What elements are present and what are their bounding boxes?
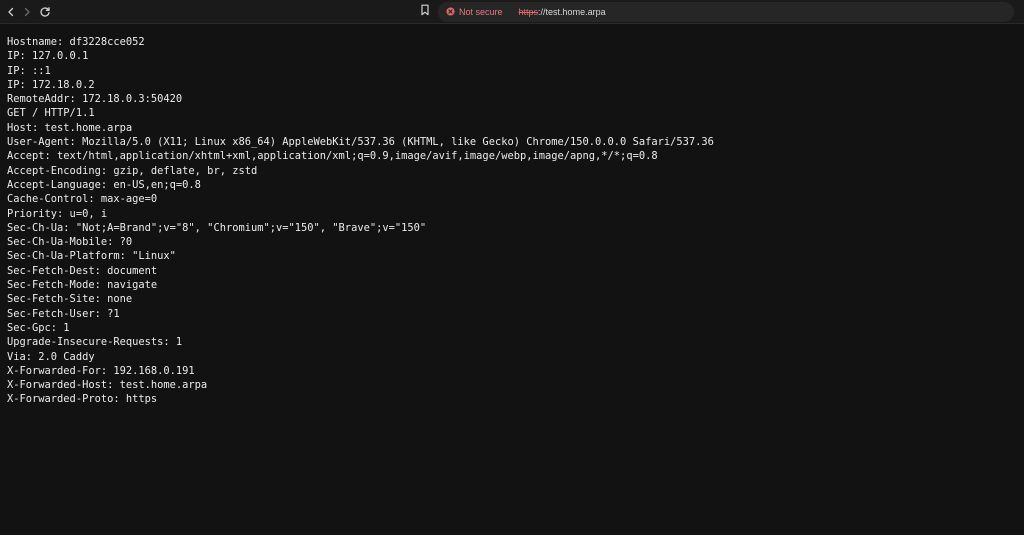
browser-toolbar: Not secure https://test.home.arpa — [0, 0, 1024, 24]
url-host: ://test.home.arpa — [538, 7, 606, 17]
header-line: Via: 2.0 Caddy — [7, 350, 95, 363]
bookmark-button[interactable] — [417, 4, 433, 20]
header-line: X-Forwarded-Proto: https — [7, 393, 158, 406]
header-line: Accept-Language: en-US,en;q=0.8 — [7, 178, 201, 191]
header-line: Priority: u=0, i — [7, 207, 108, 220]
not-secure-warning-icon — [446, 3, 455, 21]
header-line: Sec-Ch-Ua: "Not;A=Brand";v="8", "Chromiu… — [7, 221, 427, 234]
header-line: Hostname: df3228cce052 — [7, 36, 145, 48]
header-line: Sec-Fetch-Site: none — [7, 293, 133, 306]
header-line: RemoteAddr: 172.18.0.3:50420 — [7, 93, 183, 106]
security-indicator[interactable]: Not secure — [444, 4, 509, 20]
header-line: IP: 127.0.0.1 — [7, 50, 89, 63]
header-line: Host: test.home.arpa — [7, 121, 133, 134]
header-line: Accept: text/html,application/xhtml+xml,… — [7, 150, 658, 163]
header-line: Sec-Ch-Ua-Platform: "Linux" — [7, 250, 176, 263]
bookmark-icon — [420, 3, 430, 21]
header-line: GET / HTTP/1.1 — [7, 107, 95, 120]
forward-button[interactable] — [19, 4, 35, 20]
forward-arrow-icon — [22, 7, 32, 17]
header-line: Sec-Fetch-Mode: navigate — [7, 279, 158, 292]
header-line: IP: 172.18.0.2 — [7, 78, 95, 91]
header-line: Sec-Ch-Ua-Mobile: ?0 — [7, 236, 133, 249]
back-button[interactable] — [3, 4, 19, 20]
header-line: User-Agent: Mozilla/5.0 (X11; Linux x86_… — [7, 136, 714, 149]
reload-icon — [39, 6, 51, 18]
url-text[interactable]: https://test.home.arpa — [519, 7, 606, 17]
header-line: Accept-Encoding: gzip, deflate, br, zstd — [7, 164, 258, 177]
header-line: Sec-Fetch-User: ?1 — [7, 307, 120, 320]
header-line: X-Forwarded-For: 192.168.0.191 — [7, 364, 195, 377]
header-line: IP: ::1 — [7, 64, 51, 77]
security-label: Not secure — [459, 7, 503, 17]
header-line: Cache-Control: max-age=0 — [7, 193, 158, 206]
request-info-text: Hostname: df3228cce052 IP: 127.0.0.1 IP: :… — [7, 35, 1017, 407]
header-line: X-Forwarded-Host: test.home.arpa — [7, 379, 208, 392]
address-bar[interactable]: Not secure https://test.home.arpa — [438, 2, 1014, 22]
reload-button[interactable] — [37, 4, 53, 20]
back-arrow-icon — [6, 7, 16, 17]
header-line: Sec-Fetch-Dest: document — [7, 264, 158, 277]
header-line: Sec-Gpc: 1 — [7, 321, 70, 334]
header-line: Upgrade-Insecure-Requests: 1 — [7, 336, 183, 349]
url-scheme: https — [518, 7, 539, 17]
